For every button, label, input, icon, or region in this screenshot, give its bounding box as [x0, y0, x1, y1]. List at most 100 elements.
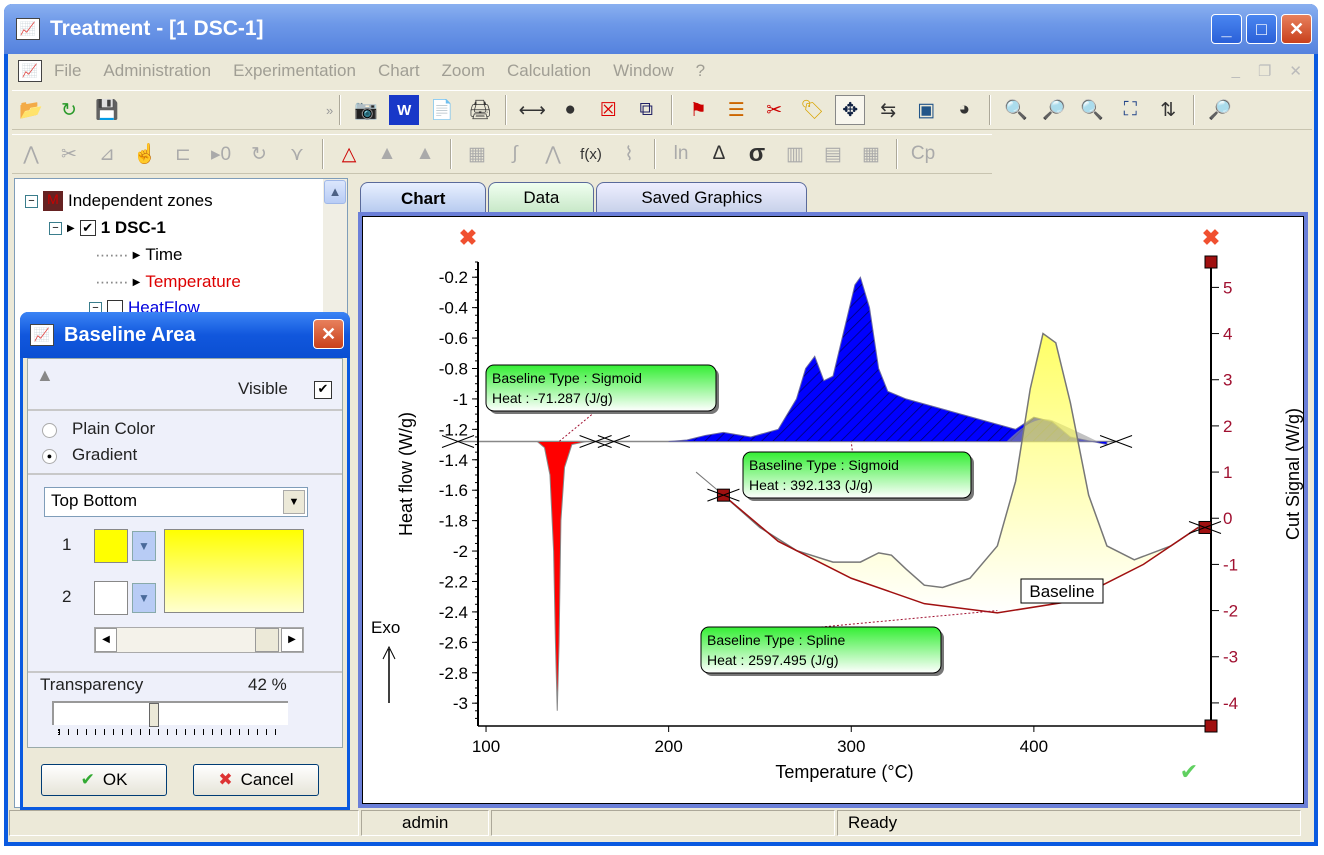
reload-icon[interactable]: ↻: [54, 95, 84, 125]
scroll-right-button[interactable]: ▶: [281, 628, 303, 652]
cut-x-icon[interactable]: ✂: [759, 95, 789, 125]
mdi-close-button[interactable]: ✕: [1289, 62, 1302, 80]
peak-icon[interactable]: ⋀: [16, 139, 46, 169]
ok-button[interactable]: ✔ OK: [41, 764, 167, 796]
cancel-button[interactable]: ✖ Cancel: [193, 764, 319, 796]
y-tick-label: -0.6: [439, 329, 468, 348]
sphere-icon[interactable]: ◕: [949, 95, 979, 125]
chart-pane[interactable]: -0.2 -0.4 -0.6 -0.8 -1 -1.2 -1.4 -1.6 -1.8 -2 -2.2…: [362, 216, 1304, 804]
mdi-minimize-button[interactable]: _: [1232, 62, 1240, 80]
fit-width-icon[interactable]: ⟷: [517, 95, 547, 125]
ln-icon[interactable]: ln: [666, 139, 696, 169]
integral-icon[interactable]: ∫: [500, 139, 530, 169]
annotation-type: Baseline Type : Sigmoid: [492, 370, 642, 386]
menu-help[interactable]: ?: [696, 61, 705, 81]
plain-color-radio[interactable]: [42, 423, 57, 438]
color2-swatch[interactable]: [94, 581, 128, 615]
dsc-chart[interactable]: -0.2 -0.4 -0.6 -0.8 -1 -1.2 -1.4 -1.6 -1.8 -2 -2.2…: [363, 217, 1303, 803]
tree-item-time[interactable]: ······· ▶ Time: [95, 245, 183, 265]
maximize-button[interactable]: □: [1246, 14, 1277, 44]
step-icon[interactable]: ⊏: [168, 139, 198, 169]
scroll-left-button[interactable]: ◀: [95, 628, 117, 652]
flag-marker-icon[interactable]: ⚑: [683, 95, 713, 125]
tag-icon[interactable]: 🏷: [797, 95, 827, 125]
grid-icon[interactable]: ▦: [856, 139, 886, 169]
open-folder-icon[interactable]: 📂: [16, 95, 46, 125]
window-add-icon[interactable]: ▣: [911, 95, 941, 125]
print-icon[interactable]: 🖨: [465, 95, 495, 125]
y-tick-label: -2: [453, 542, 468, 561]
area-fill-icon[interactable]: ▲: [372, 139, 402, 169]
gradient-direction-select[interactable]: Top Bottom ▼: [44, 487, 308, 517]
dsc-checkbox[interactable]: ✔: [79, 220, 96, 236]
camera-icon[interactable]: 📷: [351, 95, 381, 125]
plain-color-label: Plain Color: [72, 419, 156, 438]
menu-chart[interactable]: Chart: [378, 61, 420, 81]
color1-dropdown[interactable]: ▼: [132, 531, 156, 561]
baseline-peak-icon[interactable]: △: [334, 139, 364, 169]
delta-icon[interactable]: Δ: [704, 139, 734, 169]
fit-frame-icon[interactable]: ⛶: [1115, 95, 1145, 125]
annotation-heat: Heat : -71.287 (J/g): [492, 390, 613, 406]
histogram-icon[interactable]: ▥: [780, 139, 810, 169]
chevron-down-icon[interactable]: ▼: [283, 490, 305, 514]
zoom-search-icon[interactable]: 🔍: [1001, 95, 1031, 125]
grid-hatch-icon[interactable]: ▦: [462, 139, 492, 169]
magnifier-window-icon[interactable]: 🔎: [1205, 95, 1235, 125]
rotate-icon[interactable]: ↻: [244, 139, 274, 169]
scissors-icon[interactable]: ✂: [54, 139, 84, 169]
delete-cross-icon[interactable]: ☒: [593, 95, 623, 125]
tab-chart[interactable]: Chart: [360, 182, 487, 214]
menu-experimentation[interactable]: Experimentation: [233, 61, 356, 81]
area-fill-2-icon[interactable]: ▲: [410, 139, 440, 169]
list-icon[interactable]: ☰: [721, 95, 751, 125]
scroll-up-button[interactable]: ▲: [324, 180, 346, 204]
close-button[interactable]: ✕: [1281, 14, 1312, 44]
bar-chart-icon[interactable]: ▤: [818, 139, 848, 169]
fx-icon[interactable]: f(x): [576, 139, 606, 169]
dialog-close-button[interactable]: ✕: [313, 319, 344, 349]
slider-thumb[interactable]: [148, 703, 159, 727]
tree-node-dsc[interactable]: − ▶ ✔ 1 DSC-1: [49, 218, 166, 238]
gradient-radio[interactable]: ●: [42, 449, 57, 464]
save-icon[interactable]: 💾: [92, 95, 122, 125]
menu-window[interactable]: Window: [613, 61, 673, 81]
axis-swap-icon[interactable]: ⇅: [1153, 95, 1183, 125]
menu-calculation[interactable]: Calculation: [507, 61, 591, 81]
signal-icon[interactable]: ⌇: [614, 139, 644, 169]
tab-data[interactable]: Data: [488, 182, 595, 212]
menu-zoom[interactable]: Zoom: [442, 61, 485, 81]
move-cross-icon[interactable]: ✥: [835, 95, 866, 125]
derivative-icon[interactable]: ⋎: [282, 139, 312, 169]
slope-icon[interactable]: ⊿: [92, 139, 122, 169]
zoom-in-icon[interactable]: 🔎: [1039, 95, 1069, 125]
word-export-icon[interactable]: W: [389, 95, 420, 125]
circle-marker-icon[interactable]: ●: [555, 95, 585, 125]
title-bar[interactable]: 📈 Treatment - [1 DSC-1] _ □ ✕: [4, 4, 1318, 54]
zoom-out-icon[interactable]: 🔍: [1077, 95, 1107, 125]
align-icon[interactable]: ⇆: [873, 95, 903, 125]
tree-item-temperature[interactable]: ······· ▶ Temperature: [95, 272, 241, 292]
visible-checkbox[interactable]: ✔: [314, 381, 332, 399]
mdi-restore-button[interactable]: ❐: [1258, 62, 1271, 80]
cp-icon[interactable]: Cp: [908, 139, 938, 169]
menu-administration[interactable]: Administration: [103, 61, 211, 81]
color2-dropdown[interactable]: ▼: [132, 583, 156, 613]
toolbar-overflow-chevron[interactable]: »: [326, 103, 333, 118]
color1-swatch[interactable]: [94, 529, 128, 563]
copy-layers-icon[interactable]: ⧉: [631, 95, 661, 125]
hand-point-icon[interactable]: ☝: [130, 139, 160, 169]
transparency-slider[interactable]: [52, 701, 288, 727]
tab-saved-graphics[interactable]: Saved Graphics: [596, 182, 808, 212]
gradient-scrollbar[interactable]: ◀ ▶: [94, 627, 304, 653]
sigma-icon[interactable]: σ: [742, 139, 772, 169]
zero-icon[interactable]: ▸0: [206, 139, 236, 169]
menu-file[interactable]: File: [54, 61, 81, 81]
y-tick-label: -1.2: [439, 420, 468, 439]
pdf-export-icon[interactable]: 📄: [427, 95, 457, 125]
dialog-title-bar[interactable]: 📈 Baseline Area ✕: [20, 312, 350, 358]
minimize-button[interactable]: _: [1211, 14, 1242, 44]
peaks-icon[interactable]: ⋀: [538, 139, 568, 169]
tree-root[interactable]: − M Independent zones: [25, 191, 213, 211]
scroll-thumb[interactable]: [255, 628, 279, 652]
